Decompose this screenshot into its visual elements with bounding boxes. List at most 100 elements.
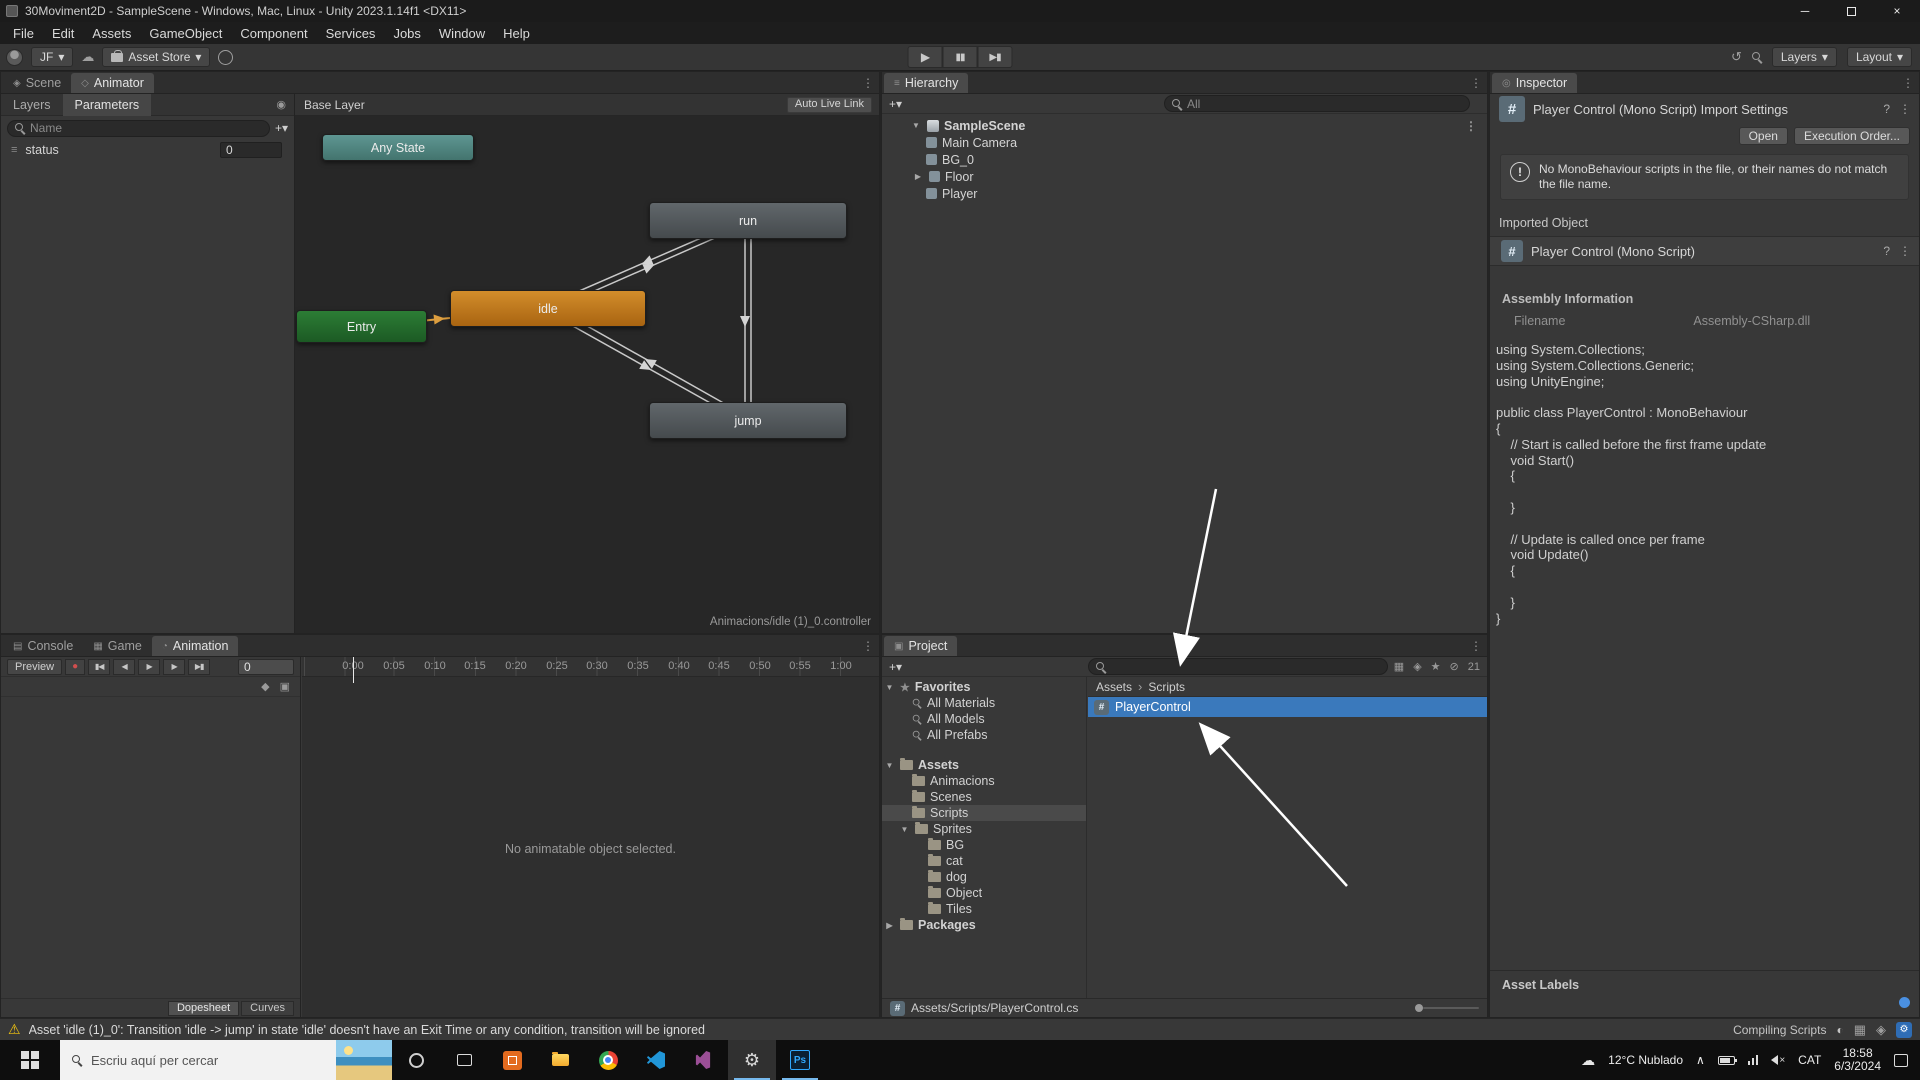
menu-assets[interactable]: Assets [83, 26, 140, 41]
account-avatar[interactable] [6, 49, 23, 66]
parameter-search-input[interactable] [30, 121, 262, 135]
project-folder-sprites[interactable]: ▼ Sprites [882, 821, 1086, 837]
step-button[interactable]: ▶▮ [978, 46, 1013, 68]
pause-button[interactable]: ▮▮ [943, 46, 978, 68]
layers-subtab[interactable]: Layers [1, 94, 63, 116]
panel-menu-icon[interactable]: ⋮ [862, 639, 874, 653]
expand-icon[interactable]: ▼ [884, 683, 895, 692]
tab-animation[interactable]: ◔Animation [152, 636, 239, 656]
parameter-row-status[interactable]: ≡ status 0 [1, 140, 294, 160]
eye-icon[interactable]: ◉ [276, 98, 286, 111]
expand-icon[interactable]: ▶ [912, 172, 924, 181]
dopesheet-button[interactable]: Dopesheet [168, 1001, 239, 1016]
last-key-button[interactable]: ▶▮ [188, 659, 210, 675]
file-explorer-button[interactable] [536, 1040, 584, 1080]
state-node-idle[interactable]: idle [450, 290, 646, 327]
project-folder-cat[interactable]: cat [882, 853, 1086, 869]
taskbar-search-input[interactable] [91, 1053, 324, 1068]
hierarchy-item-main-camera[interactable]: Main Camera [882, 134, 1487, 151]
project-search-field[interactable] [1088, 658, 1388, 675]
state-node-entry[interactable]: Entry [296, 310, 427, 343]
record-button[interactable]: ● [65, 659, 85, 675]
project-section-favorites[interactable]: ▼ ★ Favorites [882, 679, 1086, 695]
menu-gameobject[interactable]: GameObject [140, 26, 231, 41]
search-icon[interactable] [1752, 52, 1762, 62]
animator-graph[interactable]: Base Layer Auto Live Link [295, 94, 879, 633]
project-folder-dog[interactable]: dog [882, 869, 1086, 885]
next-key-button[interactable]: ▶ [163, 659, 185, 675]
expand-icon[interactable]: ▶ [884, 921, 895, 930]
state-node-jump[interactable]: jump [649, 402, 847, 439]
previous-key-button[interactable]: ◀ [113, 659, 135, 675]
menu-window[interactable]: Window [430, 26, 494, 41]
project-favorite-all-materials[interactable]: All Materials [882, 695, 1086, 711]
battery-icon[interactable] [1718, 1056, 1735, 1065]
project-favorite-all-models[interactable]: All Models [882, 711, 1086, 727]
language-indicator[interactable]: CAT [1798, 1053, 1821, 1067]
drag-handle-icon[interactable]: ≡ [11, 144, 17, 156]
cortana-button[interactable] [392, 1040, 440, 1080]
parameter-search-field[interactable] [7, 120, 270, 137]
state-machine-canvas[interactable]: Any State run idle Entry jump Animacions… [295, 116, 879, 633]
action-center-icon[interactable] [1894, 1054, 1908, 1067]
project-folder-animacions[interactable]: Animacions [882, 773, 1086, 789]
tab-console[interactable]: ▤Console [3, 636, 83, 656]
tab-inspector[interactable]: ◎Inspector [1492, 73, 1577, 93]
tab-scene[interactable]: ◈Scene [3, 73, 71, 93]
execution-order-button[interactable]: Execution Order... [1794, 127, 1910, 145]
undo-history-icon[interactable]: ↺ [1731, 49, 1742, 65]
expand-icon[interactable]: ▼ [899, 825, 910, 834]
state-node-any-state[interactable]: Any State [322, 134, 474, 161]
animation-timeline-area[interactable]: 0:00 0:05 0:10 0:15 0:20 0:25 0:30 0:35 … [302, 657, 879, 1017]
expand-icon[interactable]: ▼ [884, 761, 895, 770]
help-icon[interactable]: ? [1883, 102, 1890, 116]
volume-muted-icon[interactable]: × [1771, 1055, 1785, 1066]
curves-button[interactable]: Curves [241, 1001, 294, 1016]
status-grid-icon[interactable]: ▦ [1854, 1022, 1866, 1038]
layout-dropdown[interactable]: Layout▾ [1847, 47, 1912, 67]
photoshop-button[interactable]: Ps [776, 1040, 824, 1080]
visual-studio-button[interactable] [680, 1040, 728, 1080]
version-control-icon[interactable] [218, 50, 233, 65]
breadcrumb-assets[interactable]: Assets [1096, 680, 1132, 694]
vscode-button[interactable] [632, 1040, 680, 1080]
play-animation-button[interactable]: ▶ [138, 659, 160, 675]
scene-menu-icon[interactable]: ⋮ [1465, 119, 1477, 133]
context-menu-icon[interactable]: ⋮ [1899, 102, 1911, 116]
menu-edit[interactable]: Edit [43, 26, 83, 41]
asset-store-button[interactable]: Asset Store▾ [102, 47, 210, 67]
parameters-subtab[interactable]: Parameters [63, 94, 152, 116]
type-filter-icon[interactable]: ▦ [1394, 660, 1404, 673]
play-button[interactable]: ▶ [908, 46, 943, 68]
project-folder-scripts[interactable]: Scripts [882, 805, 1086, 821]
hidden-icons-chevron[interactable]: ∧ [1696, 1053, 1705, 1067]
store-app-button[interactable] [488, 1040, 536, 1080]
status-tag-icon[interactable]: ◈ [1876, 1022, 1886, 1038]
hierarchy-item-scene[interactable]: ▼ SampleScene ⋮ [882, 117, 1487, 134]
hierarchy-search-field[interactable]: All [1164, 95, 1470, 112]
project-favorite-all-prefabs[interactable]: All Prefabs [882, 727, 1086, 743]
maximize-button[interactable] [1828, 0, 1874, 22]
close-button[interactable]: × [1874, 0, 1920, 22]
timeline-playhead[interactable] [353, 657, 354, 683]
auto-live-link-button[interactable]: Auto Live Link [787, 97, 872, 113]
menu-help[interactable]: Help [494, 26, 539, 41]
search-filter-label[interactable]: All [1187, 97, 1200, 111]
task-view-button[interactable] [440, 1040, 488, 1080]
cloud-icon[interactable]: ☁ [81, 49, 94, 65]
hierarchy-item-player[interactable]: Player [882, 185, 1487, 202]
menu-file[interactable]: File [4, 26, 43, 41]
start-button[interactable] [0, 1040, 60, 1080]
project-folder-object[interactable]: Object [882, 885, 1086, 901]
minimize-button[interactable]: ─ [1782, 0, 1828, 22]
project-folder-tiles[interactable]: Tiles [882, 901, 1086, 917]
background-activity-icon[interactable]: ⚙ [1896, 1022, 1912, 1038]
panel-menu-icon[interactable]: ⋮ [1902, 76, 1914, 90]
add-event-button[interactable]: ▣ [280, 680, 290, 693]
taskbar-search[interactable] [60, 1040, 336, 1080]
layer-breadcrumb[interactable]: Base Layer [304, 98, 365, 112]
tab-game[interactable]: ▦Game [83, 636, 152, 656]
asset-labels-header[interactable]: Asset Labels [1490, 970, 1919, 992]
add-keyframe-button[interactable]: ◆ [261, 680, 269, 693]
news-widget-thumbnail[interactable] [336, 1040, 392, 1080]
